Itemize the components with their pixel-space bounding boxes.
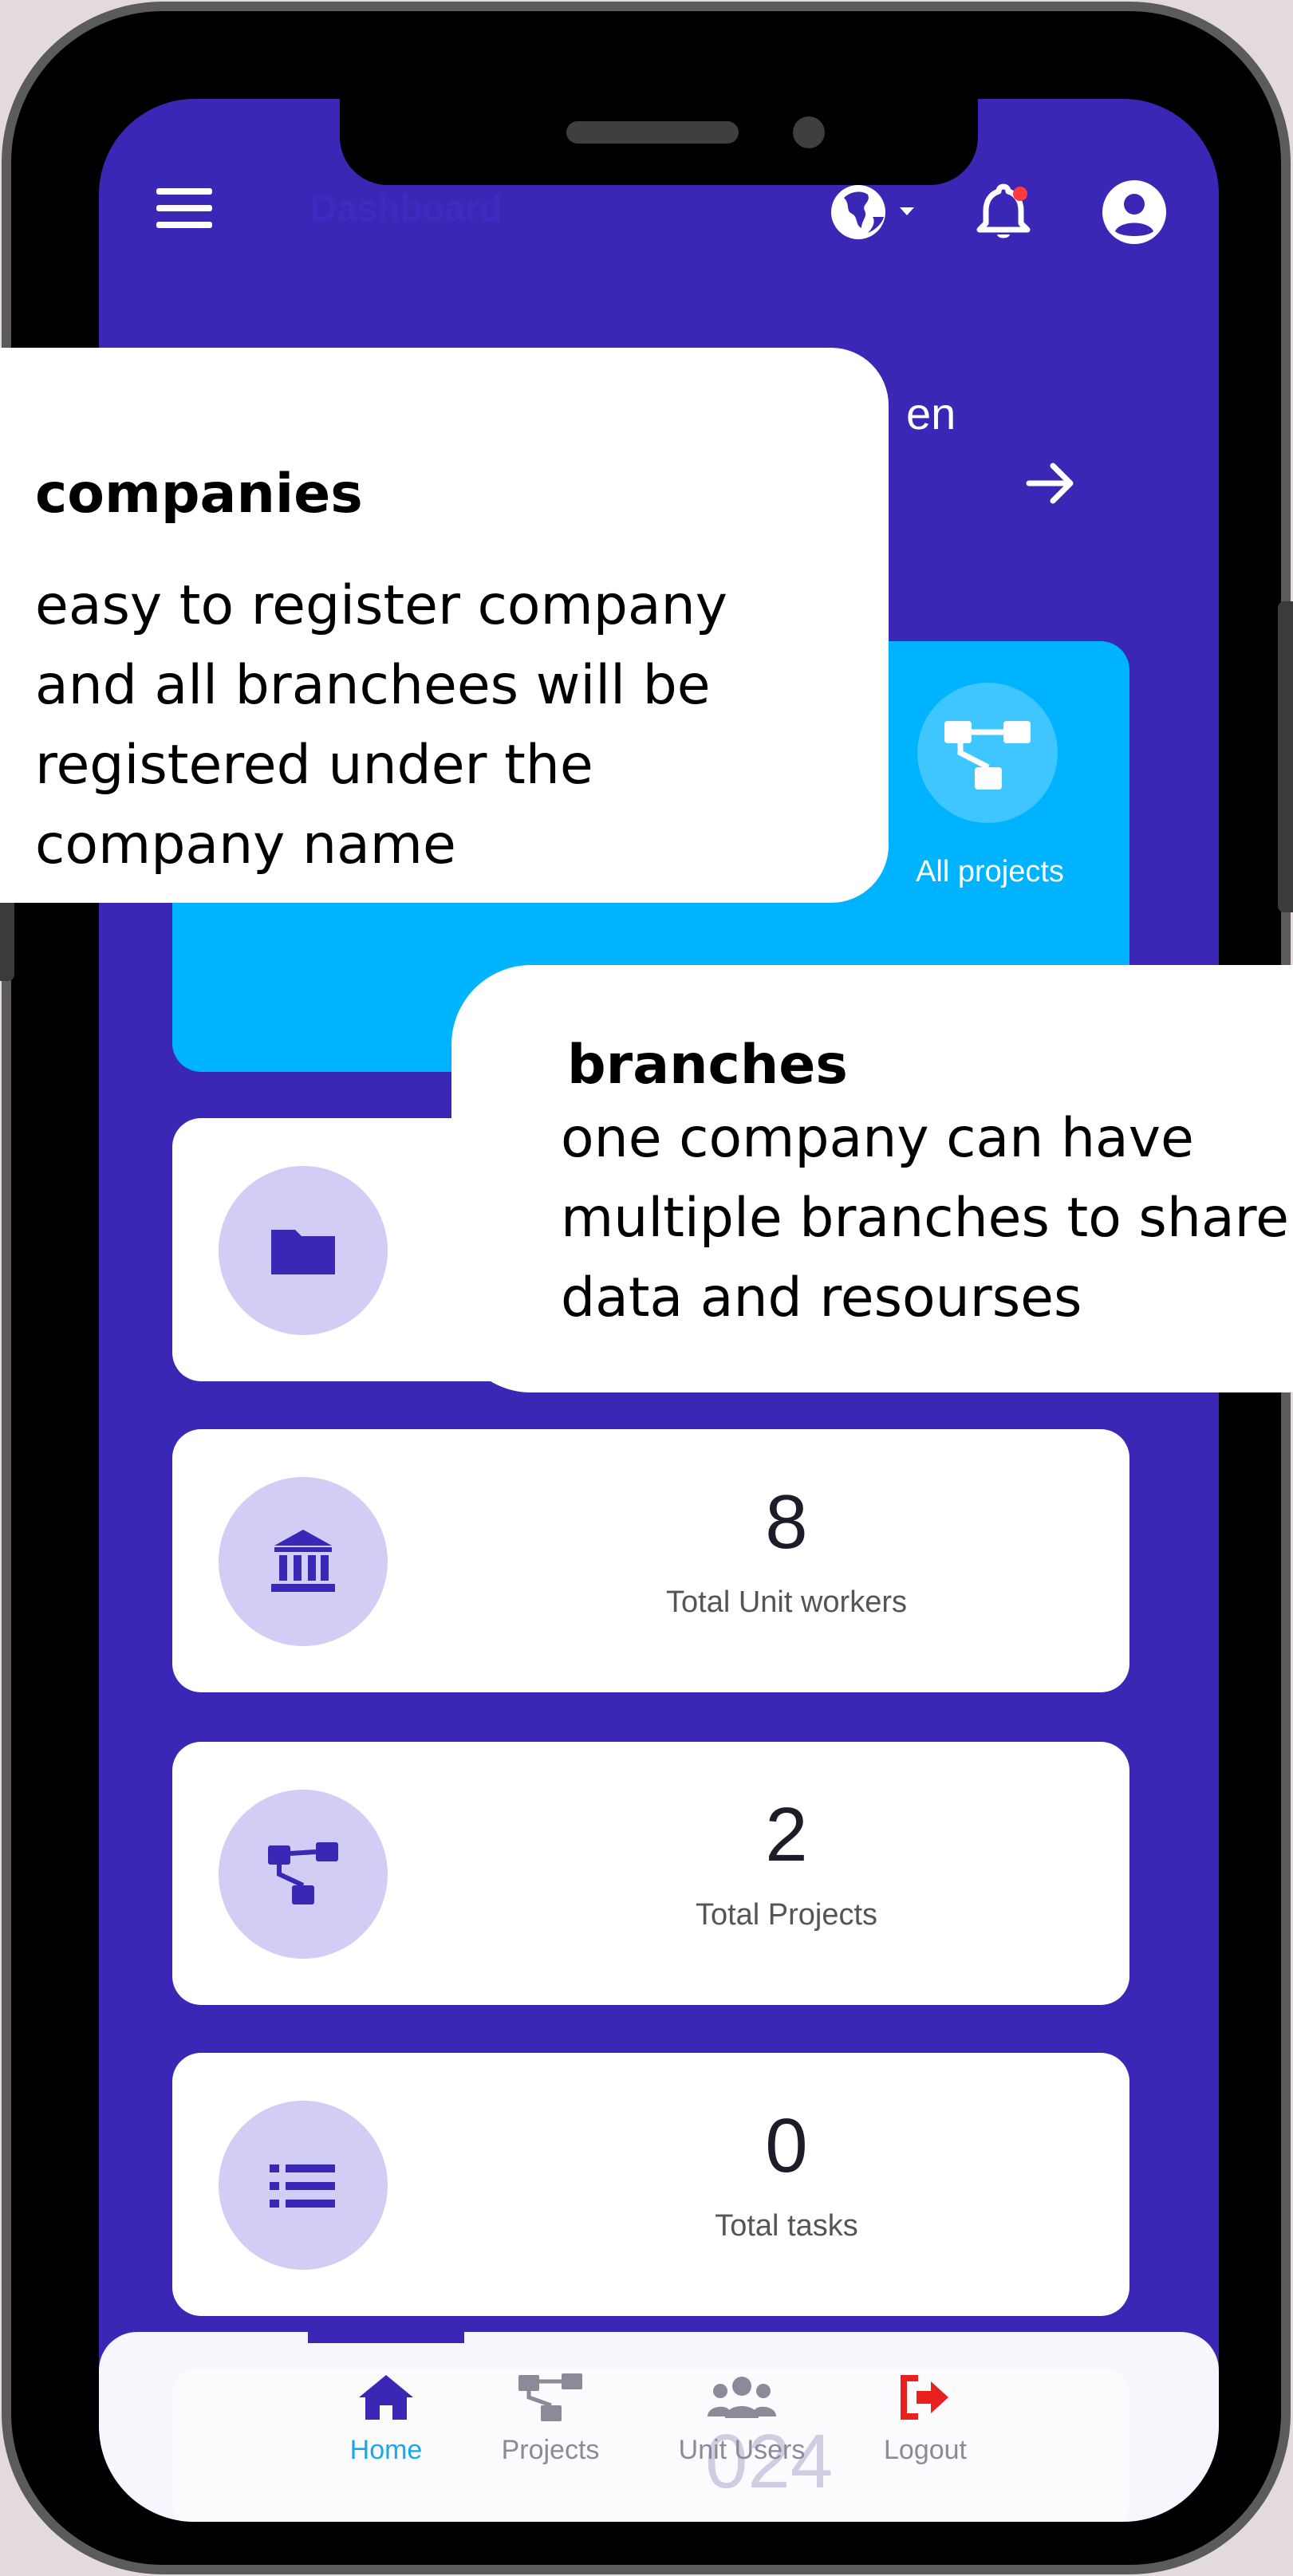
list-icon	[270, 2164, 335, 2208]
callout-line: company name	[35, 813, 456, 876]
folder-icon	[271, 1230, 335, 1274]
companies-callout: companies easy to register company and a…	[0, 348, 889, 903]
callout-title: companies	[35, 463, 363, 526]
stat-label: Total Unit workers	[666, 1585, 907, 1619]
phone-notch	[340, 99, 978, 185]
hamburger-menu-icon[interactable]	[156, 188, 212, 228]
active-tab-indicator	[308, 2332, 464, 2343]
callout-title: branches	[567, 1034, 848, 1097]
nav-label: Projects	[501, 2435, 600, 2465]
callout-line: data and resourses	[561, 1266, 1082, 1329]
folder-icon-circle	[219, 1166, 388, 1335]
nav-home[interactable]: Home	[306, 2372, 466, 2466]
partial-heading: en	[906, 388, 956, 439]
arrow-right-icon[interactable]	[1023, 455, 1080, 516]
stat-value: 8	[765, 1479, 808, 1565]
callout-body: one company can have multiple branches t…	[561, 1099, 1293, 1338]
nav-logout[interactable]: Logout	[846, 2372, 1005, 2466]
project-tree-icon	[518, 2373, 582, 2421]
bank-icon	[271, 1530, 335, 1592]
stat-value: 0	[765, 2103, 808, 2188]
front-camera	[793, 116, 825, 148]
callout-line: multiple branches to share	[561, 1187, 1289, 1250]
nav-projects[interactable]: Projects	[471, 2372, 630, 2466]
bell-icon[interactable]	[972, 180, 1035, 248]
nav-label: Unit Users	[678, 2435, 806, 2465]
nav-label: Home	[349, 2435, 423, 2465]
callout-body: easy to register company and all branche…	[35, 566, 865, 885]
stat-card-unit-workers[interactable]: 8 Total Unit workers	[172, 1429, 1129, 1692]
callout-line: one company can have	[561, 1107, 1194, 1170]
project-tree-icon	[268, 1842, 338, 1904]
notification-badge	[1013, 187, 1027, 201]
nav-label: Logout	[884, 2435, 967, 2465]
logout-icon	[901, 2375, 948, 2420]
stat-value: 2	[765, 1792, 808, 1877]
callout-line: easy to register company	[35, 574, 727, 637]
speaker-grille	[566, 121, 739, 144]
stat-card-projects[interactable]: 2 Total Projects	[172, 1742, 1129, 2005]
stat-icon-circle	[219, 2101, 388, 2270]
callout-line: and all branchees will be	[35, 654, 711, 717]
stat-label: Total tasks	[715, 2209, 858, 2243]
page-title: Dashboard	[310, 187, 503, 229]
all-projects-label: All projects	[916, 855, 1064, 888]
project-tree-icon	[917, 683, 1058, 823]
users-icon	[708, 2377, 776, 2418]
nav-unit-users[interactable]: Unit Users	[662, 2372, 822, 2466]
stat-label: Total Projects	[695, 1898, 878, 1932]
stat-card-tasks[interactable]: 0 Total tasks	[172, 2053, 1129, 2316]
globe-icon[interactable]	[826, 180, 922, 248]
stat-icon-circle	[219, 1477, 388, 1646]
callout-line: registered under the	[35, 734, 593, 797]
stat-icon-circle	[219, 1790, 388, 1959]
user-circle-icon[interactable]	[1099, 177, 1169, 251]
side-button-right	[1278, 601, 1293, 912]
home-icon	[359, 2375, 413, 2420]
branches-callout: branches one company can have multiple b…	[451, 965, 1293, 1392]
